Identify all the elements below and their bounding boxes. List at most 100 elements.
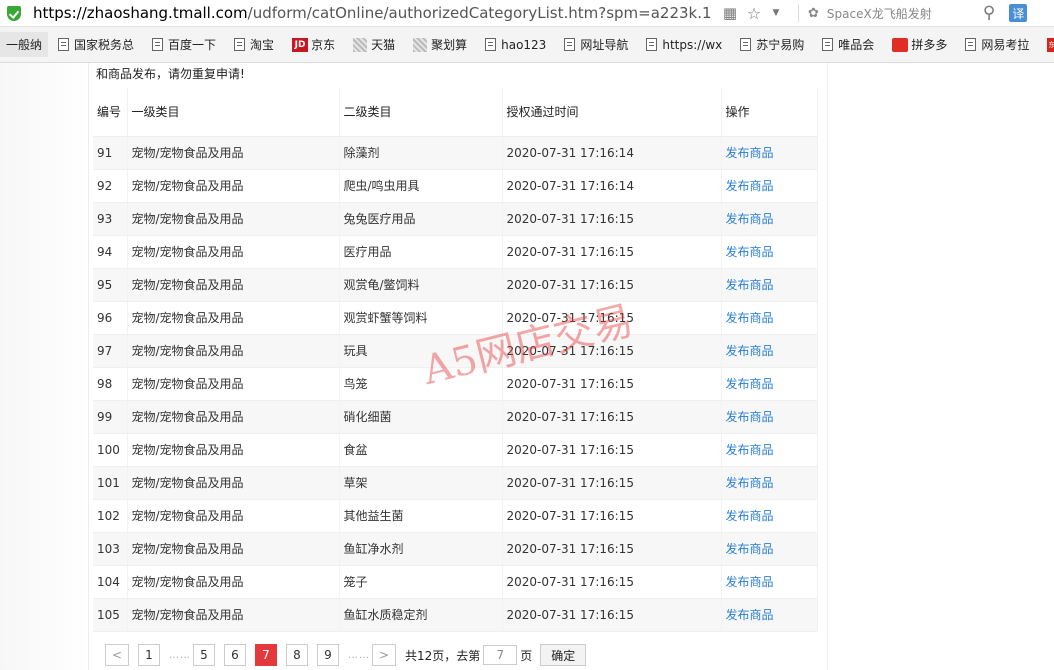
publish-product-link[interactable]: 发布商品 [721,433,818,467]
bookmark-label: 百度一下 [168,38,217,52]
cell-auth-time: 2020-07-31 17:16:15 [502,466,722,500]
page-icon [152,38,164,51]
publish-product-link[interactable]: 发布商品 [721,268,818,302]
bookmark-item[interactable]: 拼多多 [892,36,947,53]
bookmark-label: 淘宝 [250,38,275,52]
cell-category1: 宠物/宠物食品及用品 [127,169,340,203]
cell-number: 99 [93,400,128,434]
tmall-icon [353,37,368,52]
table-row: 96 宠物/宠物食品及用品 观赏虾蟹等饲料 2020-07-31 17:16:15 发布… [93,301,818,335]
publish-product-link[interactable]: 发布商品 [721,202,818,236]
authorized-category-table: 编号 一级类目 二级类目 授权通过时间 操作 91 宠物/宠物食品及用品 除藻剂 20… [93,88,818,632]
page-button-9[interactable]: 9 [317,644,339,666]
separator [798,4,799,22]
page-button-8[interactable]: 8 [286,644,308,666]
cell-number: 100 [93,433,128,467]
translate-button[interactable]: 译 [1009,4,1028,22]
bookmark-item[interactable]: 百度一下 [152,36,216,53]
left-margin [0,63,90,670]
cell-category1: 宠物/宠物食品及用品 [127,466,340,500]
star-bookmark-icon[interactable]: ☆ [746,4,762,23]
column-header-auth-time: 授权通过时间 [502,88,722,137]
cell-auth-time: 2020-07-31 17:16:15 [502,235,722,269]
table-row: 98 宠物/宠物食品及用品 鸟笼 2020-07-31 17:16:15 发布商品 [93,367,818,401]
url-field[interactable]: https://zhaoshang.tmall.com/udform/catOn… [33,4,713,22]
bookmark-item[interactable]: JD 京东 [292,36,335,53]
cell-category1: 宠物/宠物食品及用品 [127,400,340,434]
page-button-6[interactable]: 6 [224,644,246,666]
confirm-button[interactable]: 确定 [540,644,587,666]
publish-product-link[interactable]: 发布商品 [721,301,818,335]
publish-product-link[interactable]: 发布商品 [721,136,818,170]
next-page-button[interactable]: > [372,644,396,666]
publish-product-link[interactable]: 发布商品 [721,532,818,566]
column-header-action: 操作 [721,88,818,137]
cell-number: 92 [93,169,128,203]
publish-product-link[interactable]: 发布商品 [721,598,818,632]
cell-category1: 宠物/宠物食品及用品 [127,136,340,170]
search-engine-icon[interactable]: ✿ [808,6,819,21]
search-icon[interactable]: ⚲ [983,3,995,23]
cell-category2: 鱼缸净水剂 [339,532,503,566]
bookmark-item[interactable]: 聚划算 [413,36,467,53]
bookmark-label: 国家税务总 [74,38,135,52]
page-icon [740,38,752,51]
table-row: 100 宠物/宠物食品及用品 食盆 2020-07-31 17:16:15 发布商品 [93,433,818,467]
cell-category1: 宠物/宠物食品及用品 [127,268,340,302]
publish-product-link[interactable]: 发布商品 [721,466,818,500]
bookmark-item[interactable]: 唯品会 [822,36,874,53]
page-button-7-current[interactable]: 7 [255,644,277,666]
page-icon [234,38,246,51]
cell-category2: 玩具 [339,334,503,368]
cell-number: 97 [93,334,128,368]
bookmark-label: 网易考拉 [981,38,1030,52]
bookmark-item[interactable]: 网址导航 [564,36,628,53]
bookmark-item[interactable]: 淘宝 [234,36,274,53]
bookmark-item[interactable]: 天猫 [353,36,395,53]
page-button-1[interactable]: 1 [138,644,160,666]
search-input[interactable]: SpaceX龙飞船发射 [827,5,977,22]
publish-product-link[interactable]: 发布商品 [721,565,818,599]
prev-page-button[interactable]: < [105,644,129,666]
cell-category1: 宠物/宠物食品及用品 [127,301,340,335]
publish-product-link[interactable]: 发布商品 [721,400,818,434]
publish-product-link[interactable]: 发布商品 [721,169,818,203]
cell-category2: 鸟笼 [339,367,503,401]
table-row: 102 宠物/宠物食品及用品 其他益生菌 2020-07-31 17:16:15 发布商… [93,499,818,533]
cell-number: 102 [93,499,128,533]
bookmark-label: 拼多多 [911,38,948,52]
bookmark-item[interactable]: https://wx [646,38,722,52]
publish-product-link[interactable]: 发布商品 [721,367,818,401]
cell-number: 91 [93,136,128,170]
bookmark-label: https://wx [662,37,723,52]
bookmark-item[interactable]: 一般纳 [0,32,49,57]
notice-text: 和商品发布，请勿重复申请! [96,67,245,81]
bookmark-label: 苏宁易购 [756,38,805,52]
bookmark-item[interactable]: 东方看 [1047,36,1054,53]
column-header-number: 编号 [93,88,128,137]
page-content: 和商品发布，请勿重复申请! 编号 一级类目 二级类目 授权通过时间 操作 91 宠… [0,63,1054,670]
url-domain: https://zhaoshang.tmall.com [33,4,248,22]
page-icon [646,38,658,51]
bookmark-label: 京东 [311,38,336,52]
bookmark-label: 唯品会 [838,38,875,52]
chevron-down-icon[interactable]: ▼ [768,5,784,21]
publish-product-link[interactable]: 发布商品 [721,499,818,533]
page-button-5[interactable]: 5 [193,644,215,666]
cell-category2: 草架 [339,466,503,500]
pinduoduo-icon [892,37,909,52]
jd-icon: JD [292,37,309,52]
cell-auth-time: 2020-07-31 17:16:15 [502,532,722,566]
publish-product-link[interactable]: 发布商品 [721,334,818,368]
cell-category2: 医疗用品 [339,235,503,269]
bookmark-item[interactable]: hao123 [485,38,546,52]
publish-product-link[interactable]: 发布商品 [721,235,818,269]
bookmark-item[interactable]: 网易考拉 [965,36,1029,53]
bookmark-item[interactable]: 国家税务总 [58,36,134,53]
bookmark-item[interactable]: 苏宁易购 [740,36,804,53]
cell-auth-time: 2020-07-31 17:16:15 [502,433,722,467]
qr-code-icon[interactable]: ▦ [722,4,738,22]
table-row: 92 宠物/宠物食品及用品 爬虫/鸣虫用具 2020-07-31 17:16:14 发布… [93,169,818,203]
goto-page-input[interactable]: 7 [483,645,518,665]
bookmark-label: 天猫 [371,38,396,52]
